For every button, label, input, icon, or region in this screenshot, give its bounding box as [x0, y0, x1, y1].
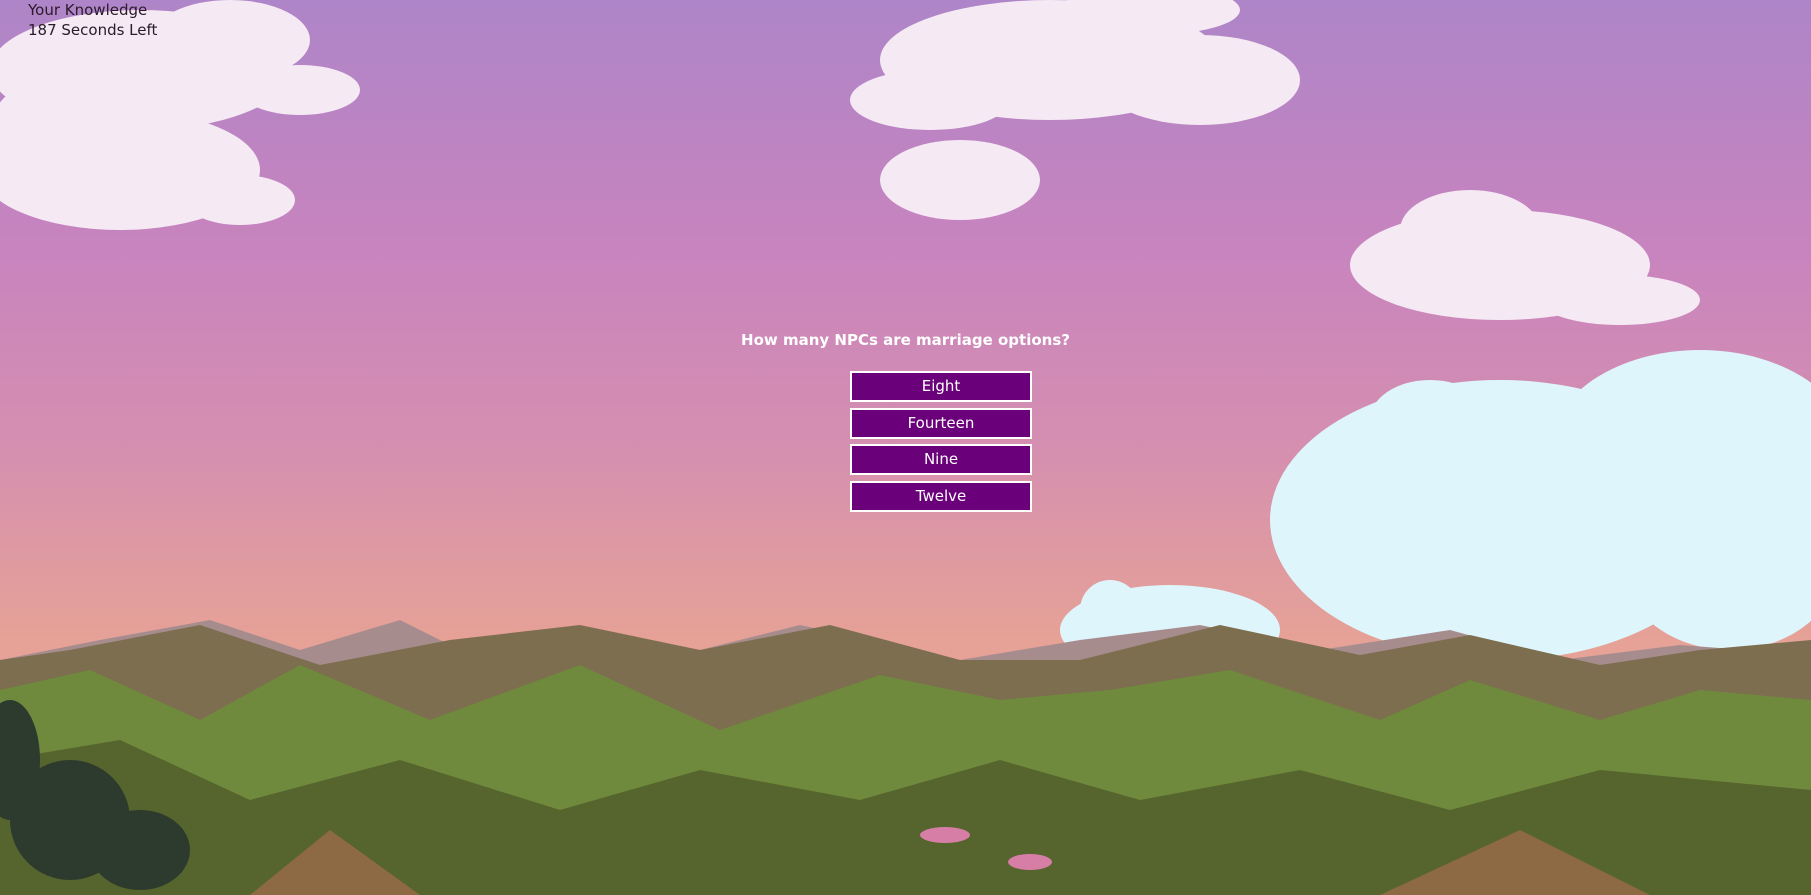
- answer-button-eight[interactable]: Eight: [850, 371, 1032, 402]
- hud: Your Knowledge 187 Seconds Left: [28, 0, 157, 40]
- answer-button-fourteen[interactable]: Fourteen: [850, 407, 1032, 439]
- hud-title: Your Knowledge: [28, 1, 148, 19]
- question-text: How many NPCs are marriage options?: [741, 331, 1070, 349]
- answer-button-twelve[interactable]: Twelve: [850, 480, 1032, 512]
- timer: 187 Seconds Left: [28, 21, 158, 39]
- answer-list: Eight Fourteen Nine Twelve: [850, 371, 1032, 517]
- answer-button-nine[interactable]: Nine: [850, 444, 1032, 475]
